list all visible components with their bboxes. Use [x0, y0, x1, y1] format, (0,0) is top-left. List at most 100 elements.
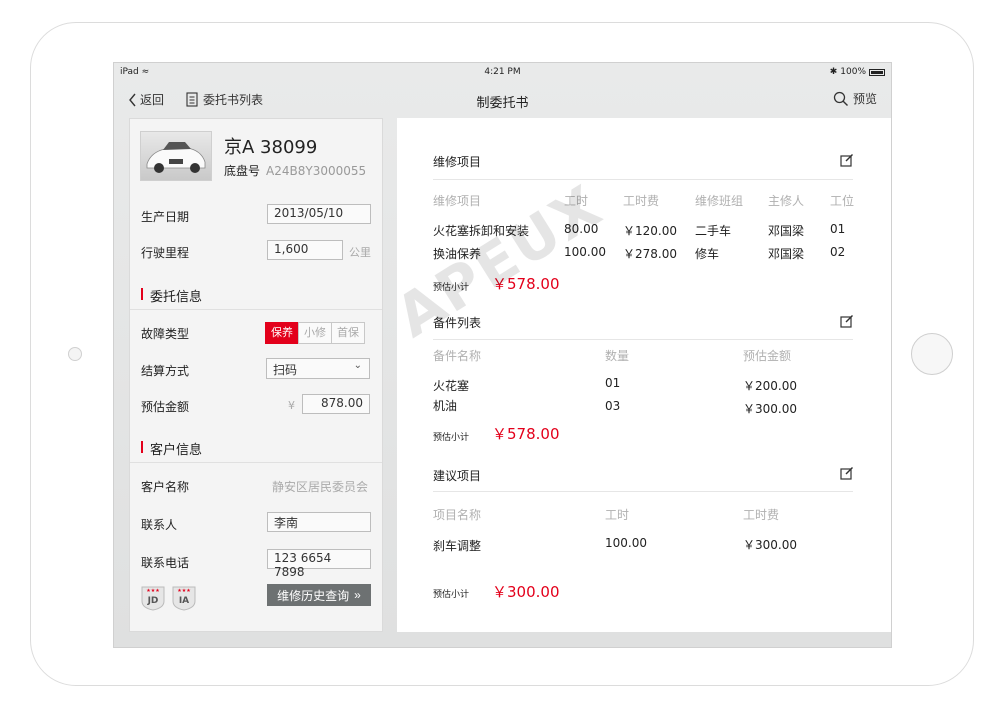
table-cell: 换油保养	[433, 247, 482, 261]
battery-percent: 100%	[840, 67, 866, 77]
customer-name-label: 客户名称	[141, 480, 190, 494]
table-cell: 邓国梁	[768, 247, 805, 261]
divider	[433, 179, 853, 180]
repair-history-label: 维修历史查询	[277, 588, 350, 603]
chassis-value: A24B8Y3000055	[266, 164, 367, 178]
jd-badge-icon: ★★★ JD	[141, 586, 165, 611]
table-cell: ￥278.00	[623, 247, 677, 261]
chevron-left-icon	[129, 93, 136, 106]
table-cell: 02	[830, 245, 846, 259]
back-button[interactable]: 返回	[128, 91, 164, 108]
table-cell: 刹车调整	[433, 539, 482, 553]
contact-field[interactable]: 李南	[267, 512, 371, 532]
fault-type-option[interactable]: 首保	[331, 322, 365, 344]
currency-symbol: ¥	[288, 399, 295, 412]
table-cell: 01	[605, 376, 621, 390]
commission-main-panel: 维修项目 维修项目 工时 工时费 维修班组 主修人 工位 火花塞拆卸和安装 80…	[397, 118, 891, 632]
table-cell: 80.00	[564, 222, 599, 236]
column-header: 工时费	[743, 508, 780, 522]
phone-field[interactable]: 123 6654 7898	[267, 549, 371, 579]
commission-section-header: 委托信息	[130, 279, 382, 310]
car-photo	[140, 131, 212, 181]
status-bar: iPad ≈ 4:21 PM ✱ 100%	[114, 63, 891, 83]
app-screen: iPad ≈ 4:21 PM ✱ 100% 返回 委托书列表 制委托书 预览 京…	[113, 62, 892, 648]
back-label: 返回	[140, 93, 165, 107]
preview-button[interactable]: 预览	[833, 90, 877, 107]
jd-badge-text: JD	[147, 596, 159, 606]
table-cell: ￥300.00	[743, 402, 797, 416]
front-camera	[68, 347, 82, 361]
column-header: 工时	[564, 194, 589, 208]
clock: 4:21 PM	[484, 67, 521, 77]
divider	[433, 491, 853, 492]
subtotal-label: 预估小计	[433, 283, 470, 293]
chassis-number: 底盘号 A24B8Y3000055	[224, 162, 366, 179]
column-header: 工位	[830, 194, 855, 208]
list-label: 委托书列表	[203, 93, 264, 107]
repair-section-title: 维修项目	[433, 155, 482, 169]
payment-value: 扫码	[273, 363, 298, 377]
svg-text:★★★: ★★★	[146, 588, 160, 594]
parts-section-title: 备件列表	[433, 316, 482, 330]
suggest-section-title: 建议项目	[433, 469, 482, 483]
table-cell: 二手车	[695, 224, 732, 238]
table-cell: 修车	[695, 247, 720, 261]
payment-select[interactable]: 扫码 ⌄	[266, 358, 370, 379]
status-right: ✱ 100%	[830, 67, 885, 77]
commission-list-button[interactable]: 委托书列表	[186, 91, 263, 108]
chevron-down-icon: ⌄	[353, 360, 362, 371]
home-button[interactable]	[911, 333, 953, 375]
fault-type-option[interactable]: 小修	[298, 322, 332, 344]
table-cell: ￥120.00	[623, 224, 677, 238]
subtotal-value: ￥578.00	[492, 275, 560, 293]
chassis-label: 底盘号	[224, 164, 261, 178]
table-cell: 03	[605, 399, 621, 413]
edit-icon[interactable]	[840, 314, 854, 328]
table-cell: 100.00	[564, 245, 606, 259]
subtotal-label: 预估小计	[433, 433, 470, 443]
column-header: 项目名称	[433, 508, 482, 522]
preview-label: 预览	[852, 92, 877, 106]
vehicle-sidebar: 京A 38099 底盘号 A24B8Y3000055 生产日期 2013/05/1…	[129, 118, 383, 632]
column-header: 数量	[605, 349, 630, 363]
phone-label: 联系电话	[141, 556, 190, 570]
ia-badge-icon: ★★★ IA	[172, 586, 196, 611]
column-header: 备件名称	[433, 349, 482, 363]
mileage-label: 行驶里程	[141, 246, 190, 260]
commission-section-title: 委托信息	[150, 290, 203, 305]
estimate-field[interactable]: 878.00	[302, 394, 370, 414]
double-chevron-right-icon: »	[354, 588, 361, 602]
repair-history-button[interactable]: 维修历史查询 »	[267, 584, 371, 606]
battery-icon	[869, 68, 885, 76]
section-marker	[141, 441, 143, 453]
nav-bar: 返回 委托书列表 制委托书 预览	[114, 83, 891, 119]
subtotal-value: ￥300.00	[492, 583, 560, 601]
fault-type-option[interactable]: 保养	[265, 322, 299, 344]
table-cell: 100.00	[605, 536, 647, 550]
production-date-label: 生产日期	[141, 210, 190, 224]
table-cell: 火花塞拆卸和安装	[433, 224, 530, 238]
mileage-unit: 公里	[349, 246, 371, 259]
column-header: 工时费	[623, 194, 660, 208]
svg-text:★★★: ★★★	[177, 588, 191, 594]
production-date-field[interactable]: 2013/05/10	[267, 204, 371, 224]
table-cell: ￥200.00	[743, 379, 797, 393]
subtotal-value: ￥578.00	[492, 425, 560, 443]
edit-icon[interactable]	[840, 153, 854, 167]
section-marker	[141, 288, 143, 300]
contact-label: 联系人	[141, 518, 178, 532]
subtotal-label: 预估小计	[433, 590, 470, 600]
table-cell: 机油	[433, 399, 458, 413]
fault-type-segmented: 保养 小修 首保	[265, 322, 365, 344]
mileage-field[interactable]: 1,600	[267, 240, 343, 260]
ia-badge-text: IA	[179, 596, 189, 606]
car-image-icon	[146, 142, 206, 173]
fault-type-label: 故障类型	[141, 327, 190, 341]
estimate-label: 预估金额	[141, 400, 190, 414]
table-cell: ￥300.00	[743, 538, 797, 552]
customer-section-title: 客户信息	[150, 443, 203, 458]
edit-icon[interactable]	[840, 466, 854, 480]
column-header: 预估金额	[743, 349, 792, 363]
payment-label: 结算方式	[141, 364, 190, 378]
table-cell: 火花塞	[433, 379, 470, 393]
